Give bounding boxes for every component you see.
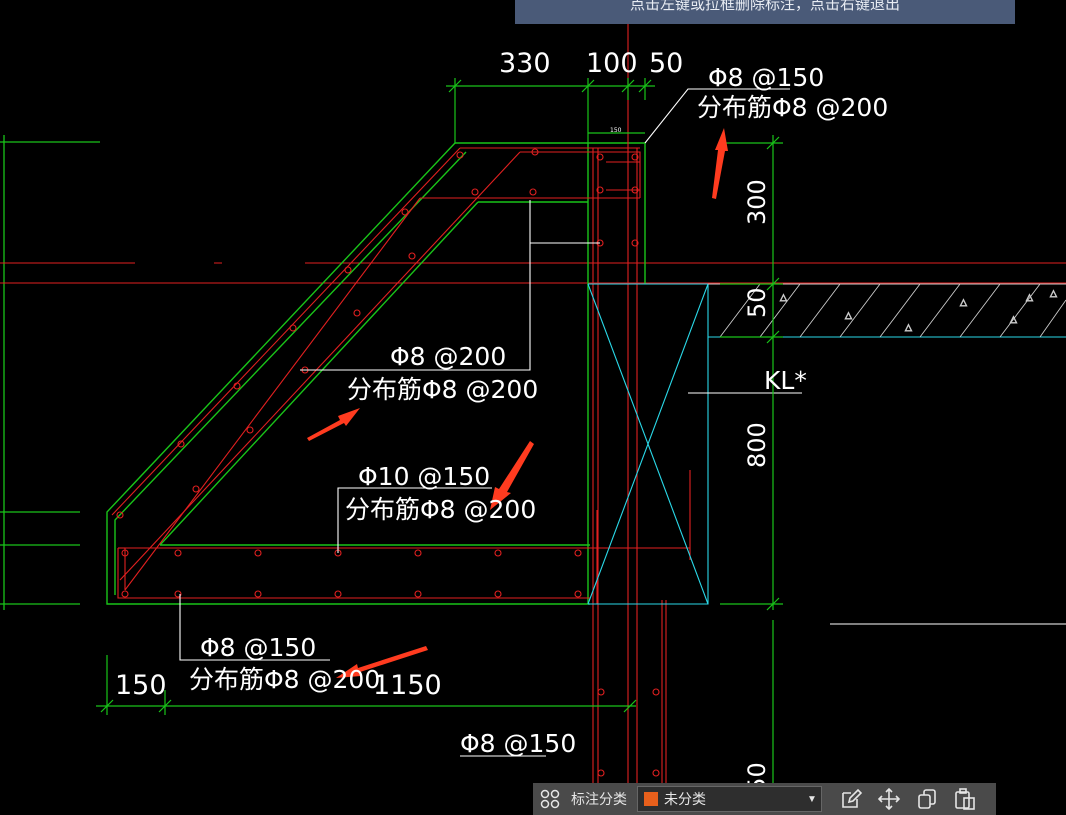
dim-50-right: 50	[743, 287, 771, 318]
paste-icon[interactable]	[946, 783, 984, 815]
svg-text:△: △	[845, 310, 852, 320]
axis-lines	[0, 262, 1066, 284]
chevron-down-icon: ▼	[807, 793, 817, 805]
edit-icon[interactable]	[832, 783, 870, 815]
dim-800: 800	[743, 422, 771, 468]
bottom-rebar-label: Φ8 @150	[200, 633, 316, 662]
inner-rebar-label: Φ10 @150	[358, 462, 490, 491]
column-rebar-label: Φ8 @150	[460, 729, 576, 758]
cad-canvas[interactable]: △ △ △ △ △ △ △ 330 100 50 150 150 1150 30…	[0, 0, 1066, 815]
haunch-outline	[106, 142, 646, 605]
dim-300: 300	[743, 179, 771, 225]
svg-text:△: △	[960, 297, 967, 307]
svg-text:△: △	[905, 322, 912, 332]
beam-section	[587, 283, 1066, 605]
svg-text:△: △	[1050, 288, 1057, 298]
bottom-dist-label: 分布筋Φ8 @200	[189, 665, 380, 694]
left-frame	[0, 135, 100, 610]
slope-rebar-label: Φ8 @200	[390, 342, 506, 371]
dim-50: 50	[649, 48, 683, 79]
inner-dist-label: 分布筋Φ8 @200	[345, 495, 536, 524]
svg-text:△: △	[1026, 292, 1033, 302]
category-select[interactable]: 未分类 ▼	[637, 786, 822, 812]
category-color-swatch	[644, 792, 658, 806]
grid-icon[interactable]	[533, 783, 567, 815]
top-rebar-label: Φ8 @150	[708, 63, 824, 92]
svg-text:△: △	[1010, 314, 1017, 324]
dimension-texts: 330 100 50 150 150 1150 300 50 800 150	[115, 48, 771, 808]
rebar-texts: Φ8 @150 分布筋Φ8 @200 Φ8 @200 分布筋Φ8 @200 Φ1…	[189, 63, 888, 758]
hint-bar: 点击左键或拉框删除标注，点击右键退出	[515, 0, 1015, 24]
slope-dist-label: 分布筋Φ8 @200	[347, 375, 538, 404]
dim-1150: 1150	[373, 670, 442, 701]
category-label: 标注分类	[571, 791, 627, 807]
annotation-toolbar: 标注分类 未分类 ▼	[533, 783, 996, 815]
beam-label: KL*	[764, 366, 807, 395]
dim-330: 330	[499, 48, 551, 79]
top-dist-label: 分布筋Φ8 @200	[697, 93, 888, 122]
move-icon[interactable]	[870, 783, 908, 815]
category-value: 未分类	[664, 791, 706, 807]
dim-100: 100	[586, 48, 638, 79]
dim-150-bottom: 150	[115, 670, 167, 701]
copy-icon[interactable]	[908, 783, 946, 815]
svg-text:△: △	[780, 292, 787, 302]
hint-text: 点击左键或拉框删除标注，点击右键退出	[629, 0, 900, 13]
dim-small-150: 150	[610, 127, 622, 134]
